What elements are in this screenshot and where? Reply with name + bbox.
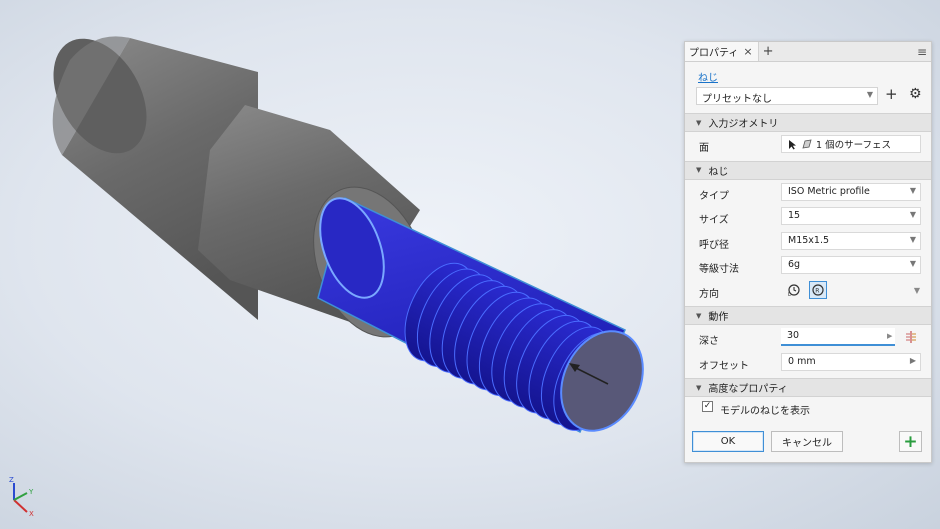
type-label: タイプ: [699, 190, 729, 202]
type-dropdown[interactable]: ISO Metric profile ▼: [781, 182, 921, 201]
view-cube-axis-icon[interactable]: Z X Y: [9, 476, 34, 518]
svg-text:X: X: [29, 510, 34, 518]
show-thread-label: モデルのねじを表示: [720, 406, 810, 417]
class-label: 等級寸法: [699, 264, 739, 275]
collapse-triangle-icon: ▼: [696, 118, 702, 127]
thread-link[interactable]: ねじ: [698, 69, 718, 84]
face-selector[interactable]: 1 個のサーフェス: [781, 135, 921, 153]
class-value: 6g: [788, 259, 801, 270]
collapse-triangle-icon: ▼: [696, 166, 702, 174]
depth-label: 深さ: [699, 336, 719, 347]
depth-input[interactable]: 30: [781, 328, 895, 346]
left-hand-icon[interactable]: L: [785, 281, 803, 299]
tab-properties[interactable]: プロパティ ×: [685, 42, 759, 61]
section-thread[interactable]: ▼ ねじ: [685, 160, 931, 180]
size-label: サイズ: [699, 215, 729, 226]
right-hand-icon[interactable]: R: [809, 280, 827, 299]
section-title: ねじ: [708, 166, 729, 178]
section-input-geometry[interactable]: ▼ 入力ジオメトリ: [685, 113, 931, 132]
collapse-triangle-icon: ▼: [696, 383, 702, 392]
direction-toggle-group: L R: [785, 280, 827, 299]
depth-row: 深さ 30 ▶: [685, 325, 931, 350]
section-title: 高度なプロパティ: [708, 384, 788, 395]
ok-button[interactable]: OK: [692, 431, 764, 452]
collapse-triangle-icon: ▼: [696, 311, 702, 320]
section-behavior[interactable]: ▼ 動作: [685, 306, 931, 325]
close-icon[interactable]: ×: [743, 45, 752, 58]
face-label: 面: [699, 143, 709, 154]
panel-tab-bar: プロパティ × + ≡: [685, 42, 931, 62]
section-advanced[interactable]: ▼ 高度なプロパティ: [685, 378, 931, 397]
offset-value: 0 mm: [788, 355, 816, 367]
offset-label: オフセット: [699, 360, 749, 372]
select-arrow-icon: [789, 139, 796, 149]
svg-text:L: L: [788, 292, 791, 297]
type-value: ISO Metric profile: [788, 185, 870, 197]
show-thread-checkbox[interactable]: ✓: [702, 401, 713, 412]
chevron-down-icon: ▼: [909, 210, 916, 219]
section-title: 動作: [708, 312, 729, 323]
properties-panel: プロパティ × + ≡ ねじ プリセットなし ▼ + ⚙ ▼ 入力ジオメトリ 面…: [684, 41, 932, 463]
show-thread-row: ✓ モデルのねじを表示: [685, 397, 931, 417]
chevron-right-icon: ▶: [909, 355, 916, 365]
chevron-down-icon: ▼: [909, 234, 916, 244]
size-row: サイズ 15 ▼: [685, 204, 931, 229]
svg-text:R: R: [815, 287, 819, 294]
section-title: 入力ジオメトリ: [708, 119, 779, 130]
add-tab-icon[interactable]: +: [763, 44, 774, 59]
size-value: 15: [788, 210, 801, 221]
type-row: タイプ ISO Metric profile ▼: [685, 180, 931, 205]
designation-row: 呼び径 M15x1.5 ▼: [685, 229, 931, 254]
svg-text:Y: Y: [28, 488, 34, 496]
depth-value: 30: [787, 330, 800, 341]
face-icon: [802, 139, 812, 148]
chevron-down-icon: ▼: [909, 259, 916, 268]
designation-value: M15x1.5: [788, 234, 830, 246]
add-preset-button[interactable]: +: [885, 85, 898, 103]
chevron-right-icon[interactable]: ▶: [887, 332, 892, 340]
threaded-shaft[interactable]: [308, 190, 659, 445]
apply-add-button[interactable]: +: [899, 431, 922, 452]
chevron-down-icon: ▼: [866, 90, 873, 99]
class-row: 等級寸法 6g ▼: [685, 253, 931, 278]
preset-row: プリセットなし ▼ + ⚙: [685, 85, 931, 109]
direction-row: 方向 L R ▼: [685, 278, 931, 303]
offset-input[interactable]: 0 mm ▶: [781, 352, 921, 371]
svg-text:Z: Z: [9, 476, 14, 484]
designation-label: 呼び径: [699, 239, 729, 251]
preset-dropdown[interactable]: プリセットなし ▼: [696, 87, 878, 105]
dialog-buttons: OK キャンセル +: [685, 429, 931, 457]
class-dropdown[interactable]: 6g ▼: [781, 256, 921, 274]
flip-direction-icon[interactable]: [903, 329, 919, 345]
tab-label: プロパティ: [689, 48, 739, 59]
designation-dropdown[interactable]: M15x1.5 ▼: [781, 231, 921, 250]
face-value: 1 個のサーフェス: [816, 140, 891, 151]
cancel-button[interactable]: キャンセル: [771, 431, 843, 452]
gear-icon[interactable]: ⚙: [909, 86, 922, 102]
preset-value: プリセットなし: [702, 94, 772, 105]
chevron-down-icon[interactable]: ▼: [914, 286, 920, 295]
menu-icon[interactable]: ≡: [917, 45, 927, 59]
chevron-down-icon: ▼: [909, 185, 916, 195]
offset-row: オフセット 0 mm ▶: [685, 350, 931, 375]
direction-label: 方向: [699, 288, 719, 300]
face-row: 面 1 個のサーフェス: [685, 132, 931, 157]
size-dropdown[interactable]: 15 ▼: [781, 207, 921, 225]
